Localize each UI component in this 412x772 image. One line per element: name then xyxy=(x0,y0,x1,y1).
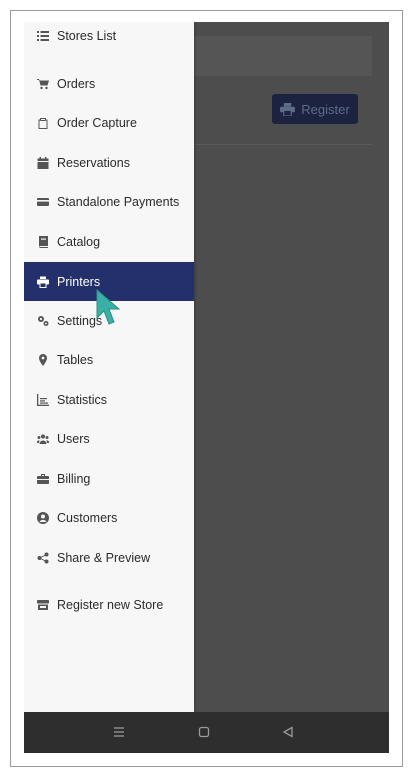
navigation-drawer: Stores List Orders Order Capture Reserva… xyxy=(24,22,194,712)
drawer-item-order-capture[interactable]: Order Capture xyxy=(24,103,194,142)
drawer-item-tables[interactable]: Tables xyxy=(24,340,194,379)
list-icon xyxy=(36,29,49,42)
drawer-item-label: Reservations xyxy=(57,155,130,170)
drawer-item-customers[interactable]: Customers xyxy=(24,498,194,537)
share-icon xyxy=(36,551,49,564)
drawer-item-reservations[interactable]: Reservations xyxy=(24,143,194,182)
credit-card-icon xyxy=(36,195,49,208)
drawer-item-users[interactable]: Users xyxy=(24,419,194,458)
system-navigation-bar xyxy=(24,712,389,753)
register-button[interactable]: Register xyxy=(272,94,358,124)
printer-icon xyxy=(280,102,296,116)
drawer-item-label: Billing xyxy=(57,471,91,486)
drawer-item-catalog[interactable]: Catalog xyxy=(24,222,194,261)
drawer-item-label: Customers xyxy=(57,510,118,525)
store-icon xyxy=(36,598,49,611)
drawer-item-stores-list[interactable]: Stores List xyxy=(24,22,194,55)
drawer-item-label: Printers xyxy=(57,274,101,289)
map-pin-icon xyxy=(36,353,49,366)
drawer-item-label: Stores List xyxy=(57,28,117,43)
drawer-item-statistics[interactable]: Statistics xyxy=(24,380,194,419)
users-icon xyxy=(36,432,49,445)
drawer-item-label: Register new Store xyxy=(57,597,164,612)
book-icon xyxy=(36,235,49,248)
drawer-item-label: Share & Preview xyxy=(57,550,151,565)
drawer-item-label: Catalog xyxy=(57,234,101,249)
drawer-item-share-preview[interactable]: Share & Preview xyxy=(24,538,194,577)
briefcase-icon xyxy=(36,472,49,485)
drawer-item-label: Order Capture xyxy=(57,115,137,130)
chart-icon xyxy=(36,393,49,406)
home-square-icon[interactable] xyxy=(195,723,213,741)
background-header-bar xyxy=(194,36,372,76)
drawer-item-label: Standalone Payments xyxy=(57,194,180,209)
drawer-item-label: Users xyxy=(57,431,90,446)
drawer-item-label: Tables xyxy=(57,352,94,367)
register-button-label: Register xyxy=(301,101,350,117)
drawer-item-label: Statistics xyxy=(57,392,108,407)
drawer-item-standalone-payments[interactable]: Standalone Payments xyxy=(24,182,194,221)
calendar-icon xyxy=(36,156,49,169)
drawer-item-label: Orders xyxy=(57,76,96,91)
drawer-item-register-new-store[interactable]: Register new Store xyxy=(24,585,194,624)
phone-screen: Register Stores List Orders Order Captur… xyxy=(24,22,389,753)
back-triangle-icon[interactable] xyxy=(279,723,297,741)
menu-icon[interactable] xyxy=(110,723,128,741)
cart-icon xyxy=(36,77,49,90)
printer-icon xyxy=(36,275,49,288)
clipboard-icon xyxy=(36,116,49,129)
drawer-item-billing[interactable]: Billing xyxy=(24,459,194,498)
gears-icon xyxy=(36,314,49,327)
drawer-item-orders[interactable]: Orders xyxy=(24,64,194,103)
user-circle-icon xyxy=(36,511,49,524)
pointer-cursor-icon xyxy=(96,288,121,325)
background-divider xyxy=(194,144,372,145)
